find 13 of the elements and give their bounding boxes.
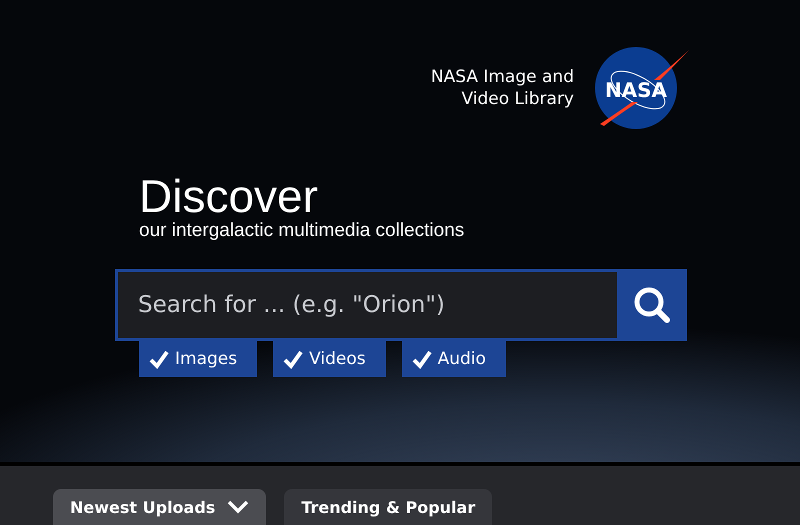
check-icon — [149, 349, 169, 369]
hero-title: Discover — [139, 172, 319, 220]
tab[interactable]: Trending & Popular — [284, 489, 492, 525]
filter-checkbox[interactable]: Images — [139, 341, 258, 377]
hero-subtitle: our intergalactic multimedia collections — [139, 220, 466, 242]
search-icon — [632, 285, 672, 325]
check-icon — [412, 349, 432, 369]
search-field[interactable]: Search for ... (e.g. "Orion") — [118, 272, 617, 338]
filter-checkbox[interactable]: Videos — [273, 341, 386, 377]
tab[interactable]: Newest Uploads — [53, 489, 266, 525]
site-title: NASA Image and Video Library — [430, 66, 574, 110]
filter-checkbox[interactable]: Audio — [402, 341, 506, 377]
check-icon — [283, 349, 304, 369]
